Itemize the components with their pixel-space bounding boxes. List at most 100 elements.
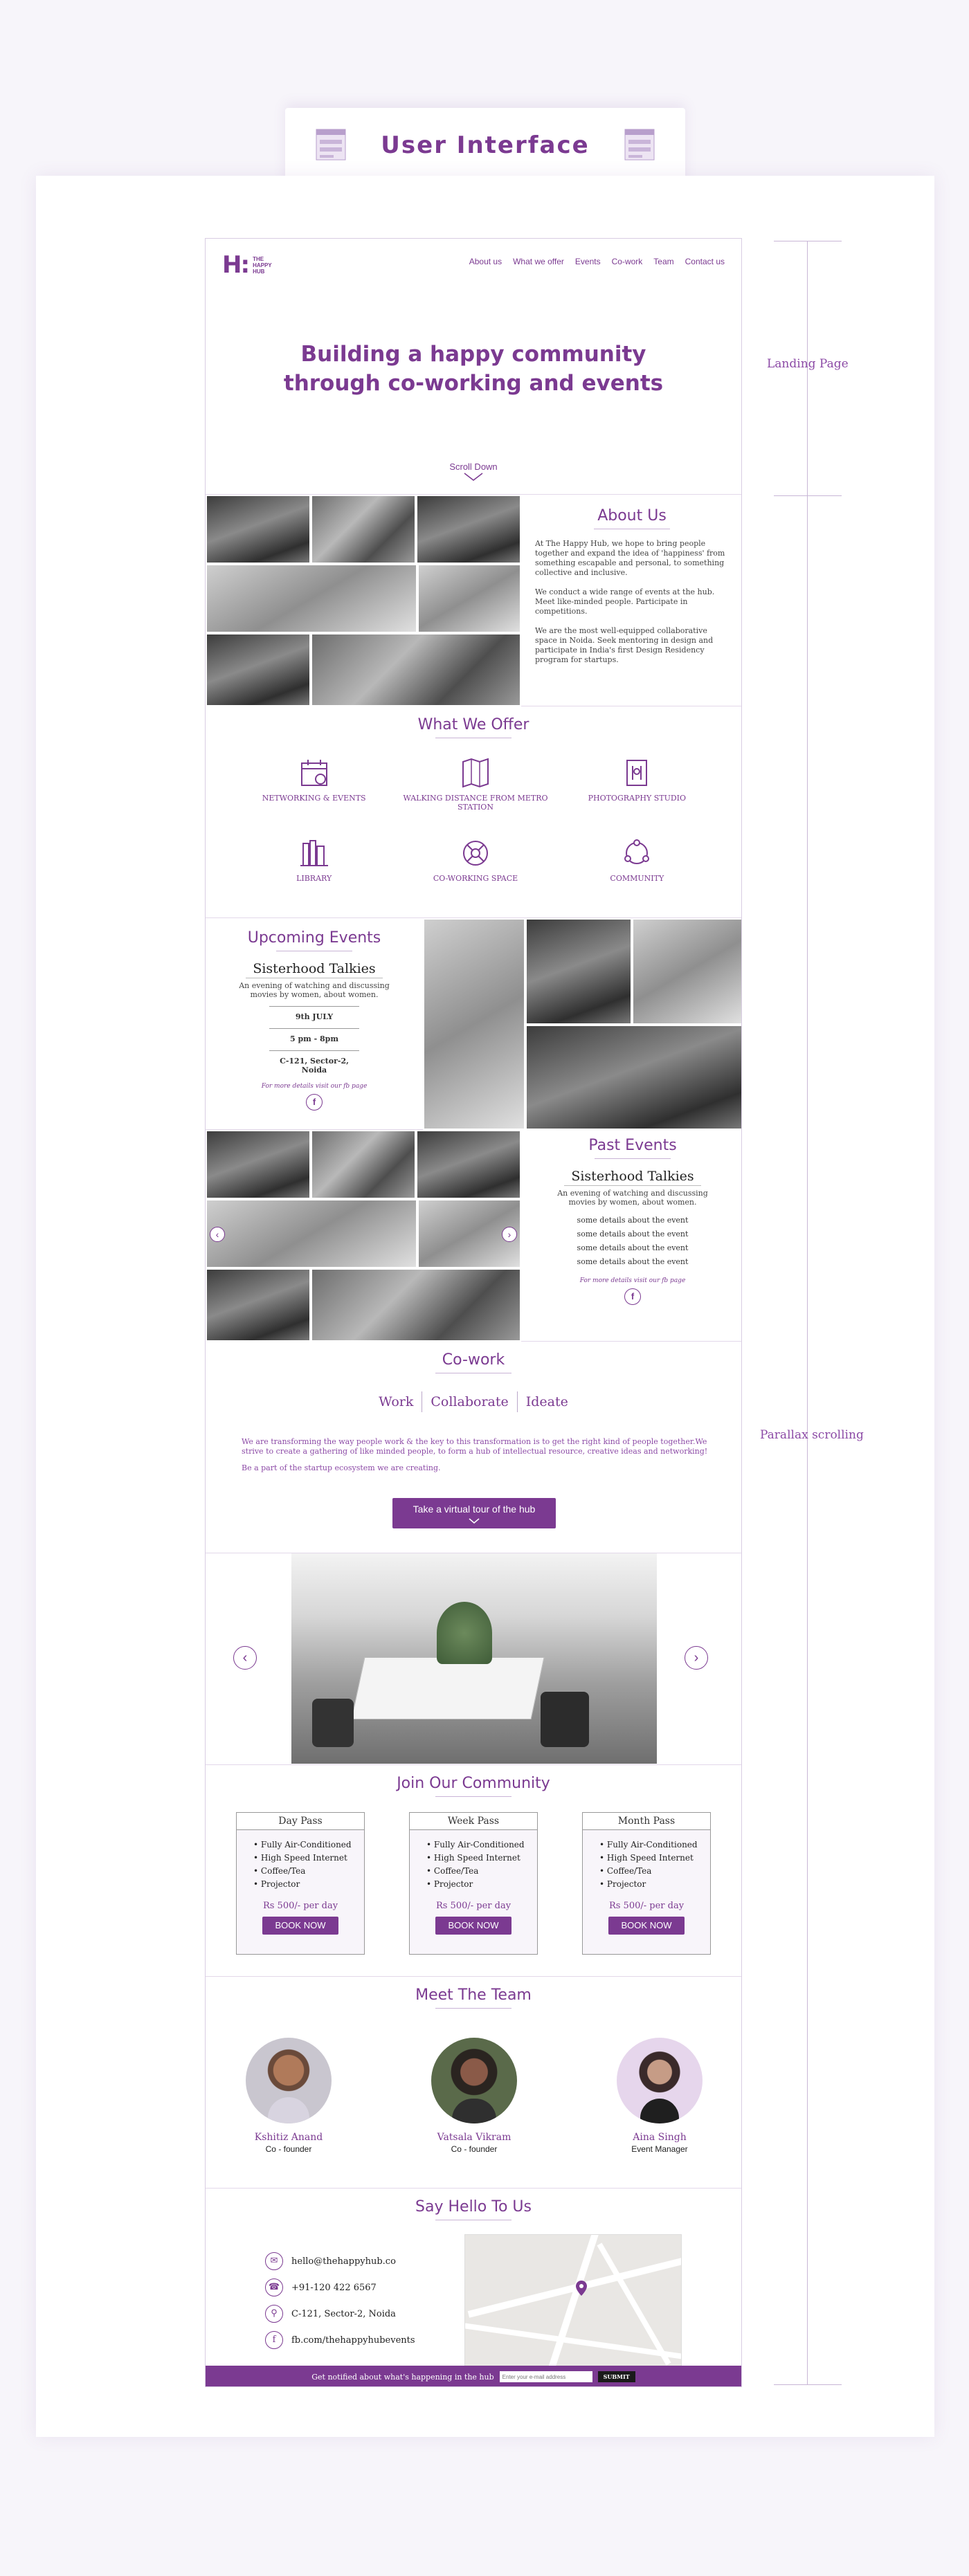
member-role: Co - founder [451,2144,498,2154]
team-member: Kshitiz Anand Co - founder [219,2038,358,2154]
past-next-button[interactable]: › [502,1227,517,1242]
plan-name: Month Pass [583,1813,710,1830]
offer-coworking: CO-WORKING SPACE [395,837,556,883]
member-role: Co - founder [265,2144,312,2154]
past-prev-button[interactable]: ‹ [210,1227,225,1242]
join-heading: Join Our Community [206,1775,741,1797]
tab-ideate[interactable]: Ideate [516,1391,577,1412]
contact-phone[interactable]: ☎ +91-120 422 6567 [265,2274,415,2301]
community-icon [624,839,650,864]
upcoming-event-name: Sisterhood Talkies [246,961,383,978]
past-fb-link[interactable]: For more details visit our fb page [523,1277,741,1284]
phone-icon: ☎ [265,2278,283,2296]
past-event-details: some details about the event some detail… [523,1214,741,1269]
tab-collaborate[interactable]: Collaborate [422,1391,516,1412]
logo-mark: H: [222,251,250,279]
plan-features: Fully Air-ConditionedHigh Speed Internet… [253,1838,364,1891]
bracket-mid-tick [774,495,842,496]
books-icon [300,840,328,866]
tab-work[interactable]: Work [370,1391,422,1412]
calendar-icon [300,760,327,786]
photo-guitar [416,495,521,564]
nav-events[interactable]: Events [575,257,601,266]
avatar [246,2038,332,2123]
past-event-name: Sisterhood Talkies [564,1169,701,1186]
nav-team[interactable]: Team [653,257,673,266]
photo-event-2 [632,918,741,1025]
landing-page-label: Landing Page [767,357,849,371]
nav-about[interactable]: About us [469,257,502,266]
location-pin-icon: ⚲ [265,2305,283,2323]
chevron-down-icon [469,1518,480,1524]
plan-features: Fully Air-ConditionedHigh Speed Internet… [426,1838,537,1891]
coworking-icon [462,841,488,866]
facebook-icon[interactable]: f [306,1094,323,1111]
offer-library: LIBRARY [233,837,395,883]
photo-past-3 [416,1130,521,1199]
member-name: Aina Singh [633,2132,687,2143]
contact-section: Say Hello To Us ✉ hello@thehappyhub.co ☎ +… [206,2189,741,2370]
photo-audience [311,633,521,706]
contact-list: ✉ hello@thehappyhub.co ☎ +91-120 422 6567 … [265,2248,415,2353]
plan-price: Rs 500/- per day [608,1901,685,1911]
book-now-button[interactable]: BOOK NOW [435,1917,511,1935]
virtual-tour-button[interactable]: Take a virtual tour of the hub [392,1498,556,1528]
logo-words: THE HAPPY HUB [253,255,272,275]
about-section: About Us At The Happy Hub, we hope to br… [206,495,741,706]
nav-offer[interactable]: What we offer [513,257,564,266]
main-nav: About us What we offer Events Co-work Te… [469,257,725,266]
cowork-section: Co-work Work Collaborate Ideate We are t… [206,1342,741,1553]
book-now-button[interactable]: BOOK NOW [262,1917,338,1935]
parallax-label: Parallax scrolling [760,1428,864,1442]
about-text: About Us At The Happy Hub, we hope to br… [521,495,741,706]
photo-talk [206,633,311,706]
carousel-next-button[interactable]: › [685,1646,708,1670]
upcoming-event-info: Upcoming Events Sisterhood Talkies An ev… [206,918,423,1129]
photo-past-1 [206,1130,311,1199]
tour-carousel: ‹ › [206,1553,741,1765]
carousel-prev-button[interactable]: ‹ [233,1646,257,1670]
contact-email[interactable]: ✉ hello@thehappyhub.co [265,2248,415,2274]
past-event-desc: An evening of watching and discussing mo… [557,1189,708,1207]
contact-facebook[interactable]: f fb.com/thehappyhubevents [265,2327,415,2353]
chevron-down-icon [464,473,483,481]
location-map[interactable] [464,2234,682,2370]
submit-button[interactable]: SUBMIT [597,2371,635,2382]
plan-name: Day Pass [237,1813,364,1830]
map-icon [462,758,489,788]
upcoming-event-date: 9th JULY [269,1006,359,1021]
hero-title: Building a happy community through co-wor… [283,342,664,396]
member-name: Kshitiz Anand [254,2132,323,2143]
contact-heading: Say Hello To Us [206,2198,741,2220]
upcoming-event-desc: An evening of watching and discussing mo… [239,981,390,999]
nav-contact[interactable]: Contact us [685,257,725,266]
past-detail: some details about the event [577,1230,689,1239]
scroll-down-link[interactable]: Scroll Down [206,462,741,484]
offer-section: What We Offer NETWORKING & EVENTS WALKIN… [206,706,741,918]
avatar [431,2038,517,2123]
logo[interactable]: H: THE HAPPY HUB [222,251,272,279]
photo-event-1 [525,918,632,1025]
photo-past-6 [206,1268,311,1342]
plan-price: Rs 500/- per day [262,1901,338,1911]
book-now-button[interactable]: BOOK NOW [608,1917,685,1935]
facebook-icon[interactable]: f [624,1288,641,1305]
photo-singer [423,918,525,1130]
avatar [617,2038,703,2123]
landing-section: H: THE HAPPY HUB About us What we offer Ev… [206,239,741,495]
upcoming-fb-link[interactable]: For more details visit our fb page [206,1083,423,1090]
photo-library [206,495,311,564]
offer-heading: What We Offer [206,716,741,738]
mail-icon: ✉ [265,2252,283,2270]
nav-cowork[interactable]: Co-work [612,257,643,266]
email-input[interactable] [499,2371,592,2382]
map-pin-icon [576,2281,587,2296]
offer-photography: PHOTOGRAPHY STUDIO [556,756,718,812]
about-p2: We conduct a wide range of events at the… [535,587,715,616]
team-section: Meet The Team Kshitiz Anand Co - founder… [206,1977,741,2189]
past-detail: some details about the event [577,1257,689,1266]
camera-icon [626,760,648,786]
browser-window-icon [624,129,655,161]
month-pass-card: Month Pass Fully Air-ConditionedHigh Spe… [582,1812,711,1955]
coworking-photo [291,1553,657,1764]
